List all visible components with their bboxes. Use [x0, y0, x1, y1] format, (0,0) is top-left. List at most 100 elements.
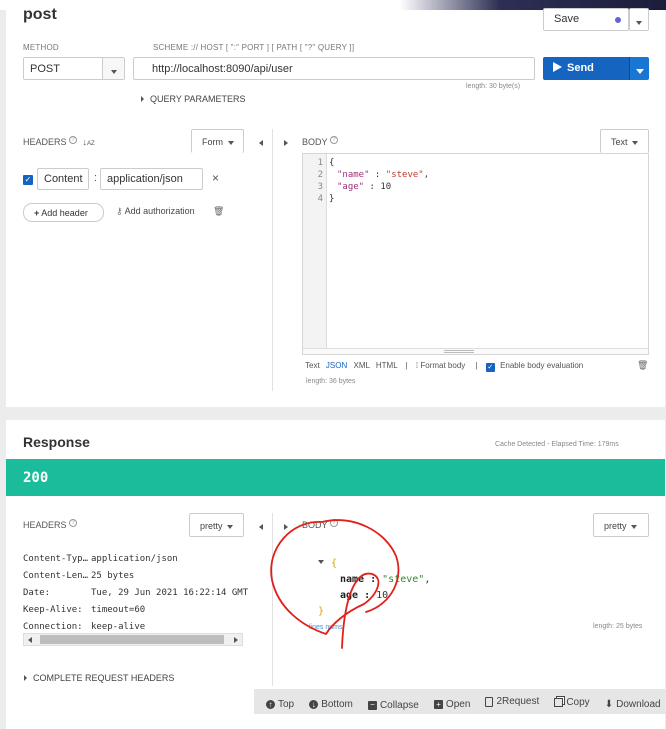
bottom-button[interactable]: ↓ Bottom: [309, 699, 353, 710]
json-key: "age": [337, 182, 365, 192]
collapse-label: Collapse: [379, 699, 419, 711]
scroll-left-icon[interactable]: [28, 637, 32, 643]
add-header-button[interactable]: + Add header: [23, 203, 104, 222]
body-trash-icon[interactable]: 🗑: [637, 360, 648, 371]
json-comma: ,: [424, 574, 431, 585]
send-button[interactable]: Send: [543, 57, 629, 80]
format-xml[interactable]: XML: [353, 361, 369, 370]
save-button[interactable]: Save: [543, 8, 629, 31]
collapse-left-button[interactable]: [259, 137, 263, 149]
collapse-button[interactable]: − Collapse: [367, 699, 419, 711]
response-headers-mode-select[interactable]: pretty: [189, 513, 244, 537]
json-sep: :: [369, 170, 386, 180]
help-icon: ?: [329, 136, 338, 144]
horizontal-scrollbar[interactable]: [23, 633, 243, 646]
chevron-down-icon: [635, 69, 644, 74]
complete-headers-toggle[interactable]: COMPLETE REQUEST HEADERS: [24, 673, 174, 683]
headers-title-text: HEADERS: [23, 137, 67, 147]
headers-mode-select[interactable]: Form: [191, 129, 244, 153]
header-value: Tue, 29 Jun 2021 16:22:14 GMT: [91, 588, 249, 598]
response-header-row: Content-Len… 25 bytes: [23, 568, 248, 585]
minus-box-icon: −: [367, 700, 377, 710]
body-editor[interactable]: 1{ 2 "name" : "steve", 3 "age" : 10 4}: [302, 153, 649, 355]
annotation-scribble: [270, 519, 400, 649]
header-name-field[interactable]: Content: [37, 168, 89, 190]
format-body-button[interactable]: ⁞ Format body: [416, 361, 465, 370]
format-html[interactable]: HTML: [376, 361, 397, 370]
url-value: http://localhost:8090/api/user: [152, 63, 293, 75]
chevron-right-icon: [24, 675, 27, 681]
complete-headers-label: COMPLETE REQUEST HEADERS: [33, 673, 175, 683]
method-value: POST: [30, 63, 60, 75]
headers-mode-value: Form: [202, 137, 223, 147]
line-number: 3: [317, 182, 323, 192]
chevron-down-icon: [110, 70, 117, 75]
header-key: Date:: [23, 588, 51, 598]
header-value: application/json: [91, 554, 178, 564]
header-value-field[interactable]: application/json: [100, 168, 203, 190]
line-number: 1: [317, 158, 323, 168]
header-value: timeout=60: [91, 605, 146, 615]
help-icon: ?: [69, 519, 78, 527]
code-text: {: [329, 158, 335, 168]
help-icon: ?: [69, 136, 78, 144]
format-text[interactable]: Text: [305, 361, 320, 370]
response-headers-mode-value: pretty: [200, 521, 223, 531]
collapse-right-button[interactable]: [284, 137, 288, 149]
format-json[interactable]: JSON: [326, 361, 347, 370]
response-header-row: Date: Tue, 29 Jun 2021 16:22:14 GMT: [23, 585, 248, 602]
header-value: keep-alive: [91, 622, 146, 632]
header-enabled-checkbox[interactable]: ✓: [23, 175, 33, 185]
scrollbar-thumb[interactable]: [40, 635, 224, 644]
method-label: METHOD: [23, 43, 59, 52]
plus-box-icon: +: [433, 699, 443, 709]
response-body-mode-value: pretty: [604, 521, 627, 531]
response-title: Response: [23, 434, 90, 450]
body-mode-select[interactable]: Text: [600, 129, 649, 153]
body-length: length: 36 bytes: [306, 378, 356, 385]
download-button[interactable]: ⬇ Download: [605, 699, 661, 710]
add-authorization-button[interactable]: ⚷ Add authorization: [116, 206, 195, 217]
url-input[interactable]: http://localhost:8090/api/user: [133, 57, 535, 80]
method-select[interactable]: POST: [23, 57, 125, 80]
json-number: 10: [380, 182, 392, 192]
body-format-bar: Text JSON XML HTML | ⁞ Format body | ✓ E…: [305, 361, 583, 372]
body-title-text: BODY: [302, 137, 328, 147]
response-headers-list: Content-Typ… application/json Content-Len…: [23, 551, 248, 636]
send-dropdown-button[interactable]: [629, 57, 649, 80]
chevron-down-icon: [227, 140, 234, 145]
remove-header-icon[interactable]: ×: [212, 171, 219, 185]
enable-eval-checkbox[interactable]: ✓: [485, 363, 495, 372]
send-label: Send: [567, 62, 594, 74]
response-body-mode-select[interactable]: pretty: [593, 513, 649, 537]
status-code: 200: [23, 470, 49, 486]
add-authorization-label: Add authorization: [124, 206, 195, 216]
key-icon: ⚷: [116, 206, 123, 216]
copy-button[interactable]: Copy: [554, 697, 590, 708]
bottom-toolbar: ↑ Top ↓ Bottom − Collapse + Open 2Request Co…: [254, 689, 666, 714]
json-comma: ,: [423, 170, 430, 180]
header-key: Content-Typ…: [23, 554, 89, 564]
to-request-button[interactable]: 2Request: [485, 696, 539, 707]
status-bar: 200: [6, 459, 665, 496]
save-label: Save: [554, 13, 580, 25]
open-button[interactable]: + Open: [433, 698, 471, 710]
sort-az-icon[interactable]: ↓AZ: [83, 137, 95, 147]
query-parameters-toggle[interactable]: QUERY PARAMETERS: [141, 94, 246, 104]
format-body-label: Format body: [420, 361, 466, 370]
bottom-label: Bottom: [321, 698, 353, 710]
copy-icon: [554, 697, 564, 707]
enable-eval-label: Enable body evaluation: [500, 361, 584, 370]
top-button[interactable]: ↑ Top: [266, 699, 294, 710]
save-dropdown-button[interactable]: [629, 8, 649, 31]
json-string: "steve": [385, 170, 424, 180]
query-parameters-label: QUERY PARAMETERS: [150, 94, 246, 104]
json-key: "name": [337, 170, 370, 180]
send-icon: [553, 62, 562, 72]
chevron-right-icon: [284, 140, 288, 146]
url-format-label: SCHEME :// HOST [ ":" PORT ] [ PATH [ "?…: [153, 43, 355, 52]
scroll-right-icon[interactable]: [234, 637, 238, 643]
resize-handle[interactable]: [303, 348, 648, 354]
trash-icon[interactable]: 🗑: [213, 206, 224, 217]
open-label: Open: [445, 698, 471, 710]
